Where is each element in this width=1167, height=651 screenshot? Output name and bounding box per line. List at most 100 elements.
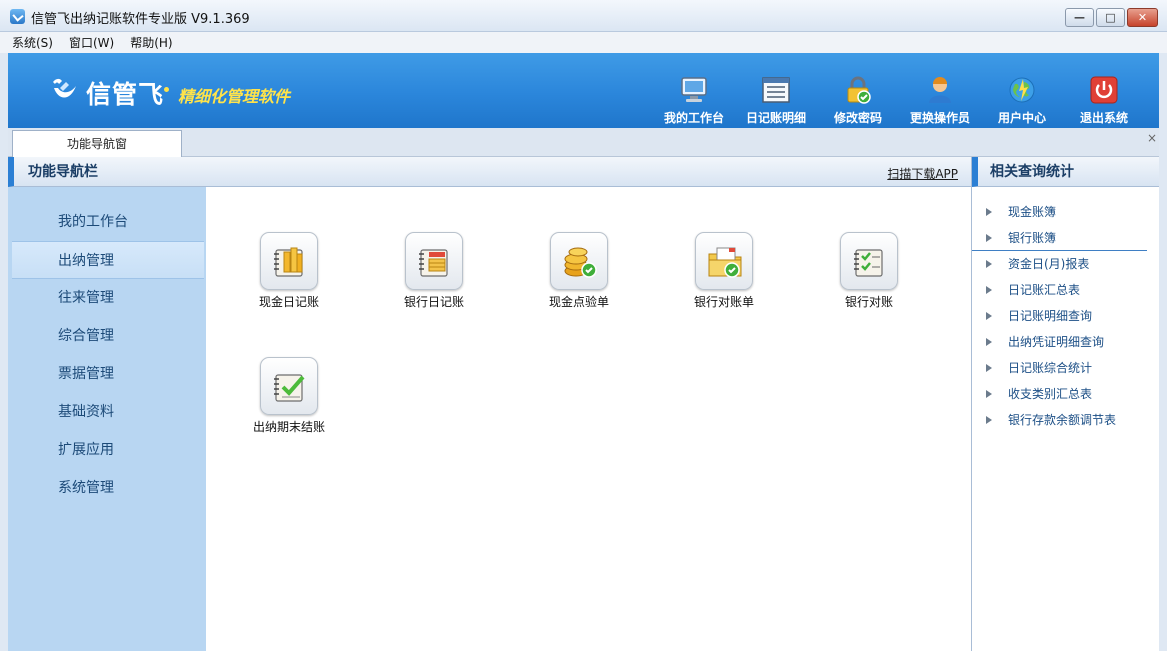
toolbar-change-password-button[interactable]: 修改密码 (817, 73, 899, 129)
query-item-category-summary[interactable]: 收支类别汇总表 (972, 381, 1159, 407)
query-item-fund-report[interactable]: 资金日(月)报表 (972, 251, 1159, 277)
left-panel-title: 功能导航栏 (8, 157, 206, 187)
logo-slogan: 精细化管理软件 (178, 87, 291, 106)
function-period-close[interactable]: 出纳期末结账 (229, 357, 349, 435)
menu-bar: 系统(S) 窗口(W) 帮助(H) (0, 32, 1167, 53)
query-label: 资金日(月)报表 (1008, 257, 1090, 271)
scan-download-app-link[interactable]: 扫描下载APP (887, 165, 958, 182)
triangle-right-icon (986, 312, 992, 320)
maximize-button[interactable]: □ (1096, 8, 1125, 27)
query-label: 出纳凭证明细查询 (1008, 335, 1105, 349)
cash-journal-icon (274, 247, 303, 277)
lock-icon (847, 76, 871, 104)
toolbar-change-password-label: 修改密码 (833, 111, 882, 125)
toolbar-switch-operator-button[interactable]: 更换操作员 (899, 73, 981, 129)
query-item-journal-detail[interactable]: 日记账明细查询 (972, 303, 1159, 329)
window-title: 信管飞出纳记账软件专业版 V9.1.369 (31, 12, 250, 27)
query-label: 银行存款余额调节表 (1008, 413, 1117, 427)
triangle-right-icon (986, 364, 992, 372)
nav-item-system-management[interactable]: 系统管理 (8, 469, 206, 507)
close-button[interactable]: ✕ (1127, 8, 1158, 27)
toolbar-journal-detail-button[interactable]: 日记账明细 (735, 73, 817, 129)
bank-statement-button[interactable] (695, 232, 753, 290)
function-area: 扫描下载APP 现金日记账 银行日记账 现金点验单 银行对账单 银行对账 出纳期… (206, 157, 971, 651)
nav-item-basic-data[interactable]: 基础资料 (8, 393, 206, 431)
nav-item-bill-management[interactable]: 票据管理 (8, 355, 206, 393)
triangle-right-icon (986, 234, 992, 242)
tab-function-navigation[interactable]: 功能导航窗 (12, 130, 182, 158)
toolbar-user-center-label: 用户中心 (997, 111, 1046, 125)
query-label: 收支类别汇总表 (1008, 387, 1093, 401)
query-label: 日记账汇总表 (1008, 283, 1081, 297)
function-bank-statement[interactable]: 银行对账单 (664, 232, 784, 310)
title-bar: 信管飞出纳记账软件专业版 V9.1.369 — □ ✕ (0, 0, 1167, 32)
notebook-check-icon (854, 249, 883, 277)
nav-item-workbench[interactable]: 我的工作台 (8, 203, 206, 241)
function-label: 银行对账 (844, 295, 893, 309)
query-label: 日记账明细查询 (1008, 309, 1093, 323)
minimize-icon: — (1074, 11, 1085, 24)
function-label: 银行日记账 (403, 295, 464, 309)
query-list: 现金账簿 银行账簿 资金日(月)报表 日记账汇总表 日记账明细查询 出纳凭证明细… (972, 187, 1159, 433)
triangle-right-icon (986, 390, 992, 398)
query-label: 日记账综合统计 (1008, 361, 1093, 375)
list-icon (762, 77, 790, 103)
query-item-journal-summary[interactable]: 日记账汇总表 (972, 277, 1159, 303)
toolbar-exit-label: 退出系统 (1079, 111, 1128, 125)
function-label: 银行对账单 (693, 295, 754, 309)
cash-count-button[interactable] (550, 232, 608, 290)
minimize-button[interactable]: — (1065, 8, 1094, 27)
cash-journal-button[interactable] (260, 232, 318, 290)
function-bank-reconciliation[interactable]: 银行对账 (809, 232, 929, 310)
nav-item-accounts-management[interactable]: 往来管理 (8, 279, 206, 317)
bank-reconciliation-button[interactable] (840, 232, 898, 290)
menu-system[interactable]: 系统(S) (12, 34, 53, 51)
nav-item-cashier-management[interactable]: 出纳管理 (12, 241, 204, 279)
toolbar-workbench-label: 我的工作台 (663, 111, 724, 125)
coin-check-icon (564, 247, 597, 278)
toolbar-workbench-button[interactable]: 我的工作台 (653, 73, 735, 129)
function-bank-journal[interactable]: 银行日记账 (374, 232, 494, 310)
tab-close-icon[interactable]: × (1147, 131, 1157, 145)
toolbar-switch-operator-label: 更换操作员 (909, 111, 970, 125)
query-item-voucher-detail[interactable]: 出纳凭证明细查询 (972, 329, 1159, 355)
app-icon (10, 9, 25, 24)
period-close-button[interactable] (260, 357, 318, 415)
triangle-right-icon (986, 338, 992, 346)
function-label: 出纳期末结账 (252, 420, 325, 434)
triangle-right-icon (986, 416, 992, 424)
folder-check-icon (708, 247, 742, 278)
query-item-bank-reconciliation-statement[interactable]: 银行存款余额调节表 (972, 407, 1159, 433)
query-item-journal-statistics[interactable]: 日记账综合统计 (972, 355, 1159, 381)
triangle-right-icon (986, 208, 992, 216)
function-label: 现金点验单 (548, 295, 609, 309)
toolbar-exit-button[interactable]: 退出系统 (1063, 73, 1145, 129)
menu-window[interactable]: 窗口(W) (69, 34, 114, 51)
function-cash-count[interactable]: 现金点验单 (519, 232, 639, 310)
nav-item-integrated-management[interactable]: 综合管理 (8, 317, 206, 355)
bank-journal-button[interactable] (405, 232, 463, 290)
right-panel-title: 相关查询统计 (972, 157, 1159, 187)
function-label: 现金日记账 (258, 295, 319, 309)
query-item-cash-ledger[interactable]: 现金账簿 (972, 199, 1159, 225)
main-toolbar: 我的工作台 日记账明细 修改密码 更换操作员 用户中心 退出系统 (653, 73, 1145, 129)
nav-list: 我的工作台 出纳管理 往来管理 综合管理 票据管理 基础资料 扩展应用 系统管理 (8, 187, 206, 507)
close-icon: ✕ (1137, 11, 1148, 24)
triangle-right-icon (986, 260, 992, 268)
left-navigation-panel: 功能导航栏 我的工作台 出纳管理 往来管理 综合管理 票据管理 基础资料 扩展应… (8, 157, 206, 651)
query-label: 现金账簿 (1008, 205, 1057, 219)
globe-icon (1009, 77, 1035, 103)
bank-journal-icon (419, 249, 448, 277)
power-icon (1090, 76, 1118, 104)
related-queries-panel: 相关查询统计 现金账簿 银行账簿 资金日(月)报表 日记账汇总表 日记账明细查询… (971, 157, 1159, 651)
toolbar-user-center-button[interactable]: 用户中心 (981, 73, 1063, 129)
menu-help[interactable]: 帮助(H) (130, 34, 172, 51)
window-controls: — □ ✕ (1065, 8, 1158, 27)
nav-item-extensions[interactable]: 扩展应用 (8, 431, 206, 469)
query-item-bank-ledger[interactable]: 银行账簿 (972, 225, 1147, 251)
logo-text: 信管飞 (86, 80, 165, 109)
function-cash-journal[interactable]: 现金日记账 (229, 232, 349, 310)
logo-separator (164, 87, 169, 92)
toolbar-journal-detail-label: 日记账明细 (745, 111, 806, 125)
tab-strip: 功能导航窗 × (8, 128, 1159, 158)
